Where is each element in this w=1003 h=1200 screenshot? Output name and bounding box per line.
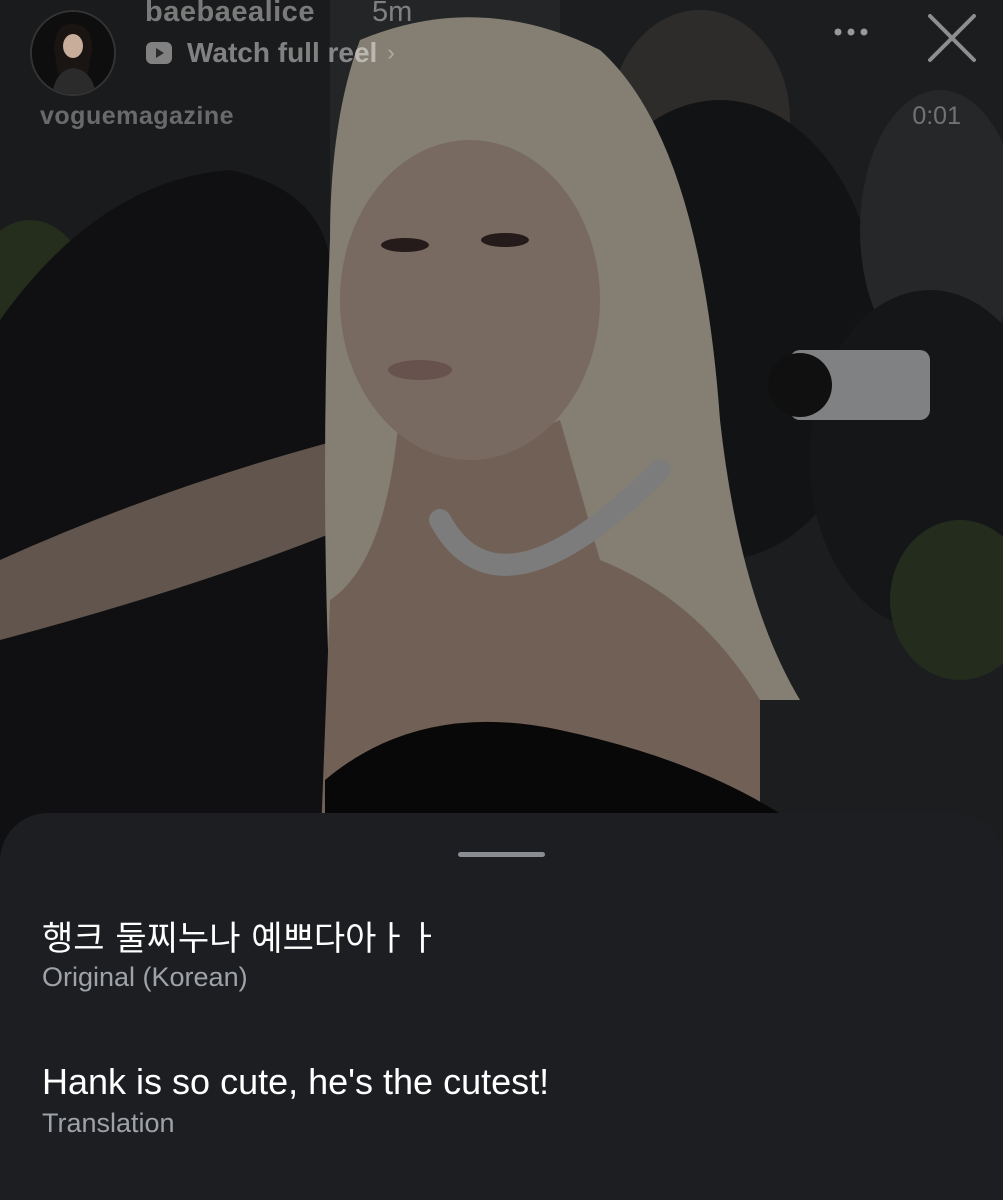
more-icon[interactable] <box>830 20 872 44</box>
avatar[interactable] <box>30 10 116 96</box>
video-duration: 0:01 <box>912 102 961 130</box>
story-username[interactable]: baebaealice <box>145 0 315 29</box>
play-icon <box>146 42 172 64</box>
original-text: 행크 둘찌누나 예쁘다아ㅏㅏ <box>42 919 439 959</box>
drag-handle[interactable] <box>458 852 545 857</box>
close-icon[interactable] <box>924 10 980 66</box>
translated-text: Hank is so cute, he's the cutest! <box>42 1061 550 1102</box>
translation-label: Translation <box>42 1108 175 1138</box>
original-language-label: Original (Korean) <box>42 962 248 992</box>
chevron-right-icon: › <box>387 40 395 65</box>
translation-sheet: 행크 둘찌누나 예쁘다아ㅏㅏ Original (Korean) Hank is… <box>0 813 1003 1200</box>
watch-full-reel-link[interactable]: Watch full reel › <box>145 36 395 70</box>
watch-full-reel-label: Watch full reel <box>187 37 378 68</box>
story-timestamp: 5m <box>372 0 413 28</box>
source-account[interactable]: voguemagazine <box>40 102 234 131</box>
